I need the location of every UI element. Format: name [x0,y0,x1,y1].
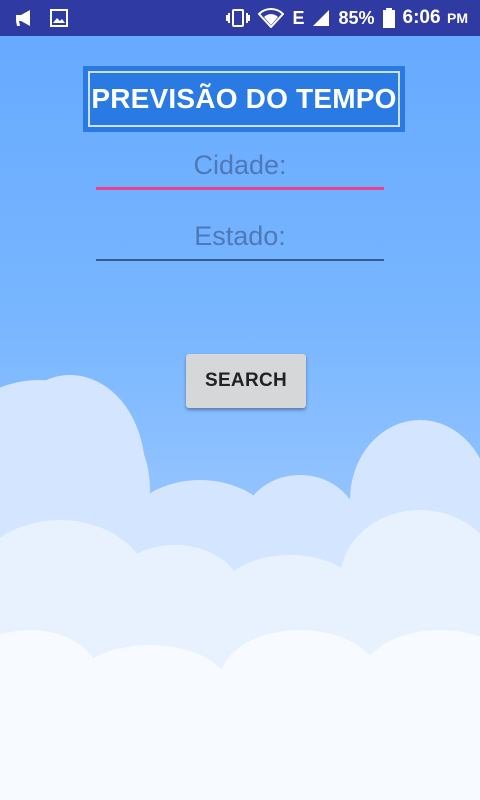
battery-percent: 85% [338,7,375,28]
vibrate-icon [226,8,251,28]
image-icon [50,9,68,27]
page-title: PREVISÃO DO TEMPO [88,71,400,127]
wifi-icon [258,8,285,29]
state-input[interactable] [96,214,384,258]
search-button[interactable]: SEARCH [186,354,306,408]
megaphone-icon [14,9,36,27]
clock: 6:06 PM [403,7,468,29]
city-input-underline [96,187,384,190]
state-field[interactable] [96,214,384,261]
signal-icon [312,9,330,27]
city-field[interactable] [96,143,384,190]
clock-time: 6:06 [402,7,441,28]
status-bar: E 85% 6:06 PM [0,0,480,36]
network-type: E [292,7,305,28]
battery-icon [382,8,395,28]
clock-ampm: PM [447,10,468,26]
page-title-box: PREVISÃO DO TEMPO [83,66,405,132]
city-input[interactable] [96,143,384,187]
state-input-underline [96,259,384,261]
